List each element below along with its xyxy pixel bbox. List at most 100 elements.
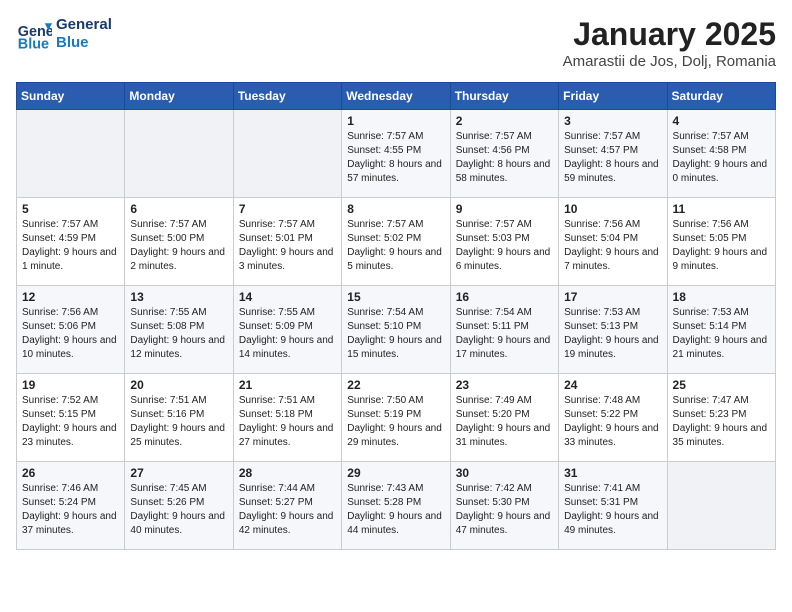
day-info: Sunrise: 7:43 AMSunset: 5:28 PMDaylight:… [347, 482, 444, 538]
calendar-cell: 17Sunrise: 7:53 AMSunset: 5:13 PMDayligh… [559, 286, 667, 374]
day-info: Sunrise: 7:57 AMSunset: 5:02 PMDaylight:… [347, 218, 444, 274]
calendar-cell: 11 Sunrise: 7:56 AMSunset: 5:05 PMDayligh… [667, 198, 775, 286]
calendar-week-5: 26 Sunrise: 7:46 AMSunset: 5:24 PMDayligh… [17, 462, 776, 550]
day-info: Sunrise: 7:44 AMSunset: 5:27 PMDaylight:… [239, 482, 336, 538]
calendar-cell [233, 110, 341, 198]
calendar-cell [125, 110, 233, 198]
day-number: 13 [130, 290, 227, 304]
day-info: Sunrise: 7:57 AMSunset: 4:56 PMDaylight:… [456, 130, 553, 186]
day-info: Sunrise: 7:52 AMSunset: 5:15 PMDaylight:… [22, 394, 119, 450]
calendar-cell: 9 Sunrise: 7:57 AMSunset: 5:03 PMDaylight… [450, 198, 558, 286]
day-info: Sunrise: 7:42 AMSunset: 5:30 PMDaylight:… [456, 482, 553, 538]
day-info: Sunrise: 7:54 AMSunset: 5:11 PMDaylight:… [456, 306, 553, 362]
day-info: Sunrise: 7:57 AMSunset: 4:55 PMDaylight:… [347, 130, 444, 186]
day-info: Sunrise: 7:57 AMSunset: 4:59 PMDaylight:… [22, 218, 119, 274]
day-number: 5 [22, 202, 119, 216]
calendar-cell: 21 Sunrise: 7:51 AMSunset: 5:18 PMDayligh… [233, 374, 341, 462]
day-number: 3 [564, 114, 661, 128]
svg-text:Blue: Blue [18, 36, 49, 52]
calendar-cell: 12 Sunrise: 7:56 AMSunset: 5:06 PMDayligh… [17, 286, 125, 374]
weekday-header-row: SundayMondayTuesdayWednesdayThursdayFrid… [17, 83, 776, 110]
day-info: Sunrise: 7:48 AMSunset: 5:22 PMDaylight:… [564, 394, 661, 450]
calendar-cell: 3 Sunrise: 7:57 AMSunset: 4:57 PMDaylight… [559, 110, 667, 198]
day-info: Sunrise: 7:46 AMSunset: 5:24 PMDaylight:… [22, 482, 119, 538]
day-info: Sunrise: 7:57 AMSunset: 5:03 PMDaylight:… [456, 218, 553, 274]
calendar-cell: 14 Sunrise: 7:55 AMSunset: 5:09 PMDayligh… [233, 286, 341, 374]
day-number: 25 [673, 378, 770, 392]
day-number: 27 [130, 466, 227, 480]
calendar-week-3: 12 Sunrise: 7:56 AMSunset: 5:06 PMDayligh… [17, 286, 776, 374]
day-info: Sunrise: 7:56 AMSunset: 5:06 PMDaylight:… [22, 306, 119, 362]
calendar-cell: 4Sunrise: 7:57 AMSunset: 4:58 PMDaylight… [667, 110, 775, 198]
day-info: Sunrise: 7:57 AMSunset: 5:00 PMDaylight:… [130, 218, 227, 274]
day-number: 12 [22, 290, 119, 304]
calendar-cell: 16 Sunrise: 7:54 AMSunset: 5:11 PMDayligh… [450, 286, 558, 374]
day-info: Sunrise: 7:55 AMSunset: 5:09 PMDaylight:… [239, 306, 336, 362]
calendar-cell: 19 Sunrise: 7:52 AMSunset: 5:15 PMDayligh… [17, 374, 125, 462]
title-block: January 2025 Amarastii de Jos, Dolj, Rom… [563, 16, 776, 70]
logo-icon: General Blue [16, 16, 52, 52]
calendar-cell: 27 Sunrise: 7:45 AMSunset: 5:26 PMDayligh… [125, 462, 233, 550]
calendar-cell: 13 Sunrise: 7:55 AMSunset: 5:08 PMDayligh… [125, 286, 233, 374]
weekday-header-tuesday: Tuesday [233, 83, 341, 110]
day-number: 7 [239, 202, 336, 216]
calendar-cell: 1 Sunrise: 7:57 AMSunset: 4:55 PMDaylight… [342, 110, 450, 198]
calendar-cell: 25 Sunrise: 7:47 AMSunset: 5:23 PMDayligh… [667, 374, 775, 462]
day-info: Sunrise: 7:55 AMSunset: 5:08 PMDaylight:… [130, 306, 227, 362]
calendar-cell: 26 Sunrise: 7:46 AMSunset: 5:24 PMDayligh… [17, 462, 125, 550]
day-number: 15 [347, 290, 444, 304]
weekday-header-thursday: Thursday [450, 83, 558, 110]
day-number: 19 [22, 378, 119, 392]
calendar-cell: 24Sunrise: 7:48 AMSunset: 5:22 PMDayligh… [559, 374, 667, 462]
day-number: 10 [564, 202, 661, 216]
calendar-cell: 6Sunrise: 7:57 AMSunset: 5:00 PMDaylight… [125, 198, 233, 286]
calendar-week-1: 1 Sunrise: 7:57 AMSunset: 4:55 PMDaylight… [17, 110, 776, 198]
day-info: Sunrise: 7:47 AMSunset: 5:23 PMDaylight:… [673, 394, 770, 450]
calendar-cell: 22Sunrise: 7:50 AMSunset: 5:19 PMDayligh… [342, 374, 450, 462]
page-header: General Blue General Blue January 2025 A… [16, 16, 776, 70]
calendar-cell: 20Sunrise: 7:51 AMSunset: 5:16 PMDayligh… [125, 374, 233, 462]
calendar-cell: 5 Sunrise: 7:57 AMSunset: 4:59 PMDaylight… [17, 198, 125, 286]
day-number: 16 [456, 290, 553, 304]
day-info: Sunrise: 7:45 AMSunset: 5:26 PMDaylight:… [130, 482, 227, 538]
day-info: Sunrise: 7:53 AMSunset: 5:14 PMDaylight:… [673, 306, 770, 362]
calendar-week-2: 5 Sunrise: 7:57 AMSunset: 4:59 PMDaylight… [17, 198, 776, 286]
weekday-header-monday: Monday [125, 83, 233, 110]
day-info: Sunrise: 7:49 AMSunset: 5:20 PMDaylight:… [456, 394, 553, 450]
day-number: 28 [239, 466, 336, 480]
day-number: 26 [22, 466, 119, 480]
calendar-cell [17, 110, 125, 198]
calendar-subtitle: Amarastii de Jos, Dolj, Romania [563, 53, 776, 70]
day-number: 14 [239, 290, 336, 304]
weekday-header-wednesday: Wednesday [342, 83, 450, 110]
day-number: 11 [673, 202, 770, 216]
day-number: 21 [239, 378, 336, 392]
logo-general: General [56, 16, 112, 34]
day-info: Sunrise: 7:54 AMSunset: 5:10 PMDaylight:… [347, 306, 444, 362]
calendar-week-4: 19 Sunrise: 7:52 AMSunset: 5:15 PMDayligh… [17, 374, 776, 462]
day-number: 9 [456, 202, 553, 216]
calendar-cell: 28 Sunrise: 7:44 AMSunset: 5:27 PMDayligh… [233, 462, 341, 550]
logo-blue: Blue [56, 34, 112, 52]
day-info: Sunrise: 7:57 AMSunset: 4:57 PMDaylight:… [564, 130, 661, 186]
day-number: 1 [347, 114, 444, 128]
calendar-cell: 29 Sunrise: 7:43 AMSunset: 5:28 PMDayligh… [342, 462, 450, 550]
logo: General Blue General Blue [16, 16, 112, 52]
day-number: 29 [347, 466, 444, 480]
day-number: 2 [456, 114, 553, 128]
day-info: Sunrise: 7:51 AMSunset: 5:18 PMDaylight:… [239, 394, 336, 450]
calendar-header: SundayMondayTuesdayWednesdayThursdayFrid… [17, 83, 776, 110]
day-info: Sunrise: 7:57 AMSunset: 5:01 PMDaylight:… [239, 218, 336, 274]
calendar-cell: 8Sunrise: 7:57 AMSunset: 5:02 PMDaylight… [342, 198, 450, 286]
weekday-header-sunday: Sunday [17, 83, 125, 110]
calendar-cell: 15 Sunrise: 7:54 AMSunset: 5:10 PMDayligh… [342, 286, 450, 374]
weekday-header-saturday: Saturday [667, 83, 775, 110]
day-number: 31 [564, 466, 661, 480]
calendar-cell: 2 Sunrise: 7:57 AMSunset: 4:56 PMDaylight… [450, 110, 558, 198]
calendar-cell: 23Sunrise: 7:49 AMSunset: 5:20 PMDayligh… [450, 374, 558, 462]
day-number: 22 [347, 378, 444, 392]
day-info: Sunrise: 7:56 AMSunset: 5:05 PMDaylight:… [673, 218, 770, 274]
calendar-table: SundayMondayTuesdayWednesdayThursdayFrid… [16, 82, 776, 550]
calendar-cell: 10Sunrise: 7:56 AMSunset: 5:04 PMDayligh… [559, 198, 667, 286]
day-number: 17 [564, 290, 661, 304]
